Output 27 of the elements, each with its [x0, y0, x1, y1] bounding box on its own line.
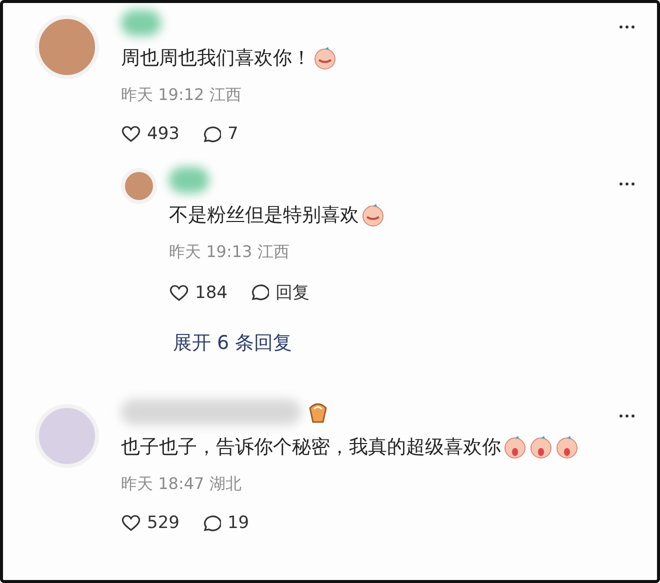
blurred-username: [121, 10, 161, 36]
reply-label[interactable]: 19: [227, 513, 250, 533]
reply-label[interactable]: 回复: [275, 281, 310, 304]
reply-label[interactable]: 7: [227, 124, 238, 144]
comment-icon[interactable]: [201, 514, 222, 532]
heart-icon[interactable]: [121, 125, 141, 143]
expand-replies-link[interactable]: 展开 6 条回复: [173, 330, 657, 356]
emoji-icon: [555, 435, 579, 459]
heart-icon[interactable]: [169, 284, 189, 302]
heart-icon[interactable]: [121, 514, 141, 532]
avatar-icon[interactable]: [121, 168, 157, 204]
emoji-icon: [313, 46, 337, 70]
comment-text: 也子也子，告诉你个秘密，我真的超级喜欢你: [121, 435, 501, 460]
comment-text: 周也周也我们喜欢你！: [121, 46, 311, 71]
comment-icon[interactable]: [201, 124, 222, 144]
like-count: 493: [147, 124, 180, 144]
comment-meta: 昨天 19:13 江西: [169, 242, 290, 263]
emoji-icon: [529, 435, 553, 459]
emoji-icon: [503, 435, 527, 459]
comment-meta: 昨天 18:47 湖北: [121, 474, 242, 495]
comment-icon[interactable]: [249, 283, 270, 302]
like-count: 529: [147, 513, 180, 533]
comment-text: 不是粉丝但是特别喜欢: [169, 203, 359, 228]
emoji-icon: [361, 203, 385, 227]
blurred-username: [169, 167, 209, 193]
comment-meta: 昨天 19:12 江西: [121, 85, 242, 106]
like-count: 184: [195, 282, 228, 302]
